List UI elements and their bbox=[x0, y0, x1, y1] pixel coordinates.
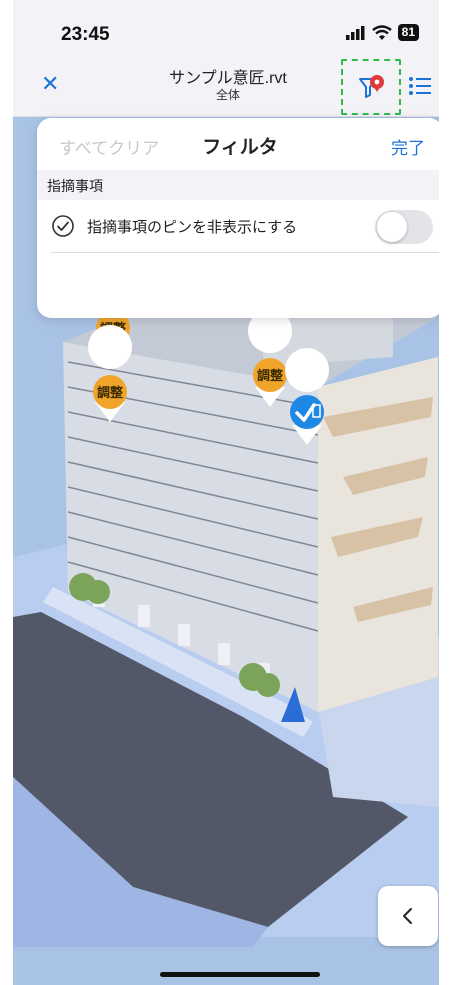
filter-panel-title: フィルタ bbox=[202, 137, 278, 158]
filter-panel: すべてクリア フィルタ 完了 指摘事項 指摘事項のピンを非表示にする bbox=[37, 118, 439, 318]
toggle-knob bbox=[377, 212, 407, 242]
signal-icon bbox=[345, 25, 365, 40]
done-button[interactable]: 完了 bbox=[391, 134, 425, 159]
status-icons: 81 bbox=[345, 24, 419, 41]
wifi-icon bbox=[371, 25, 392, 40]
filter-row-hide-pins[interactable]: 指摘事項のピンを非表示にする bbox=[37, 200, 439, 252]
nav-bar: ✕ サンプル意匠.rvt 全体 bbox=[13, 56, 439, 117]
battery-indicator: 81 bbox=[397, 24, 419, 41]
view-subtitle: 全体 bbox=[215, 88, 240, 102]
section-label: 指摘事項 bbox=[47, 178, 103, 194]
app-screen: 調整 調整 調整 23:45 bbox=[13, 0, 439, 985]
filter-button[interactable] bbox=[341, 59, 401, 115]
close-icon: ✕ bbox=[41, 72, 60, 97]
filter-icon bbox=[359, 75, 384, 98]
chevron-left-icon bbox=[403, 908, 412, 924]
filter-row-label: 指摘事項のピンを非表示にする bbox=[87, 219, 298, 236]
list-button[interactable] bbox=[408, 76, 432, 100]
section-header: 指摘事項 bbox=[37, 170, 439, 200]
collapse-button[interactable] bbox=[378, 886, 438, 946]
divider bbox=[51, 252, 439, 253]
filter-panel-header: すべてクリア フィルタ 完了 bbox=[37, 118, 439, 170]
pin-label: 調整 bbox=[97, 385, 124, 401]
file-title: サンプル意匠.rvt bbox=[169, 70, 287, 87]
pin-label: 調整 bbox=[257, 368, 284, 384]
list-icon bbox=[409, 77, 431, 95]
status-time: 23:45 bbox=[61, 24, 110, 45]
hide-pins-toggle[interactable] bbox=[375, 210, 433, 244]
status-bar: 23:45 81 bbox=[13, 0, 439, 56]
close-button[interactable]: ✕ bbox=[41, 74, 59, 96]
home-indicator bbox=[160, 972, 320, 977]
check-circle-icon bbox=[52, 215, 74, 237]
